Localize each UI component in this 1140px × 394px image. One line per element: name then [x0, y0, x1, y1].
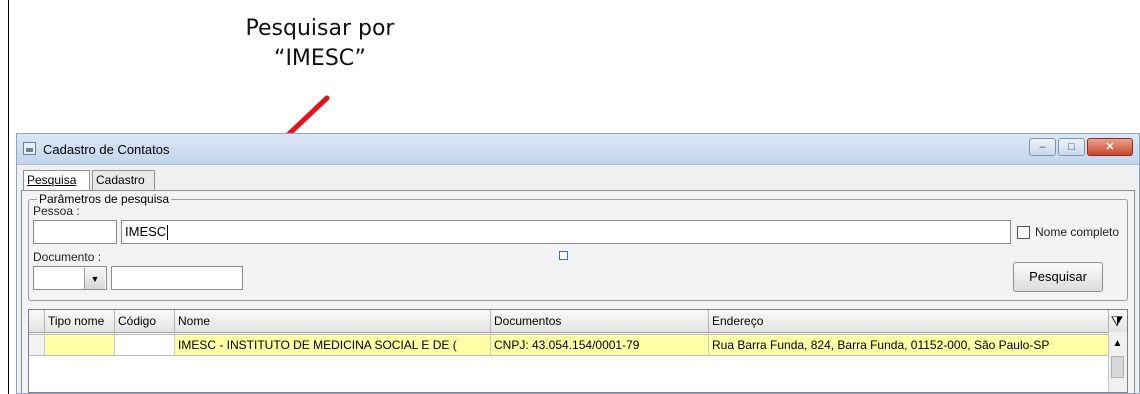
grid-header: Tipo nome Código Nome Documentos Endereç… [29, 310, 1127, 333]
nome-completo-checkbox[interactable] [1017, 226, 1030, 239]
resize-handle[interactable] [559, 251, 568, 260]
documento-input[interactable] [111, 266, 243, 290]
pessoa-label: Pessoa : [33, 204, 80, 218]
documento-type-select[interactable]: ▼ [33, 266, 107, 290]
window-icon [23, 142, 36, 155]
column-codigo[interactable]: Código [115, 310, 175, 332]
pessoa-code-input[interactable] [33, 220, 117, 244]
tab-pesquisa[interactable]: Pesquisa [23, 170, 90, 191]
cell-nome: IMESC - INSTITUTO DE MEDICINA SOCIAL E D… [175, 335, 491, 355]
title-bar[interactable]: Cadastro de Contatos – □ ✕ [17, 134, 1139, 165]
search-parameters-group: Parâmetros de pesquisa Pessoa : IMESC No… [28, 192, 1128, 301]
column-nome[interactable]: Nome [175, 310, 491, 332]
scrollbar-thumb[interactable] [1111, 356, 1124, 378]
contacts-window: Cadastro de Contatos – □ ✕ Pesquisa Cada… [16, 133, 1140, 394]
vertical-scrollbar[interactable]: ▲ [1108, 332, 1127, 392]
row-indicator-header [29, 310, 45, 332]
filter-icon[interactable]: ⧩ [1109, 312, 1125, 330]
text-cursor [167, 225, 169, 241]
close-button[interactable]: ✕ [1087, 138, 1133, 156]
tab-cadastro[interactable]: Cadastro [92, 170, 155, 190]
search-tab-panel: Parâmetros de pesquisa Pessoa : IMESC No… [21, 190, 1135, 393]
cell-tipo-nome [45, 335, 115, 355]
minimize-button[interactable]: – [1029, 138, 1056, 156]
cell-codigo [115, 335, 175, 355]
results-grid: Tipo nome Código Nome Documentos Endereç… [28, 309, 1128, 393]
table-row[interactable]: IMESC - INSTITUTO DE MEDICINA SOCIAL E D… [29, 334, 1109, 356]
maximize-button[interactable]: □ [1058, 138, 1085, 156]
cell-endereco: Rua Barra Funda, 824, Barra Funda, 01152… [709, 335, 1109, 355]
column-documentos[interactable]: Documentos [491, 310, 709, 332]
pessoa-name-value: IMESC [125, 224, 167, 239]
column-endereco[interactable]: Endereço [709, 310, 1109, 332]
row-selector[interactable] [29, 335, 45, 355]
pessoa-name-input[interactable]: IMESC [121, 220, 1011, 244]
window-title: Cadastro de Contatos [43, 142, 170, 157]
search-button[interactable]: Pesquisar [1013, 262, 1103, 292]
column-tipo-nome[interactable]: Tipo nome [45, 310, 115, 332]
cell-documentos: CNPJ: 43.054.154/0001-79 [491, 335, 709, 355]
documento-label: Documento : [33, 250, 102, 264]
chevron-up-icon[interactable]: ▲ [1109, 336, 1126, 352]
nome-completo-label: Nome completo [1035, 225, 1120, 239]
chevron-down-icon[interactable]: ▼ [84, 268, 105, 289]
